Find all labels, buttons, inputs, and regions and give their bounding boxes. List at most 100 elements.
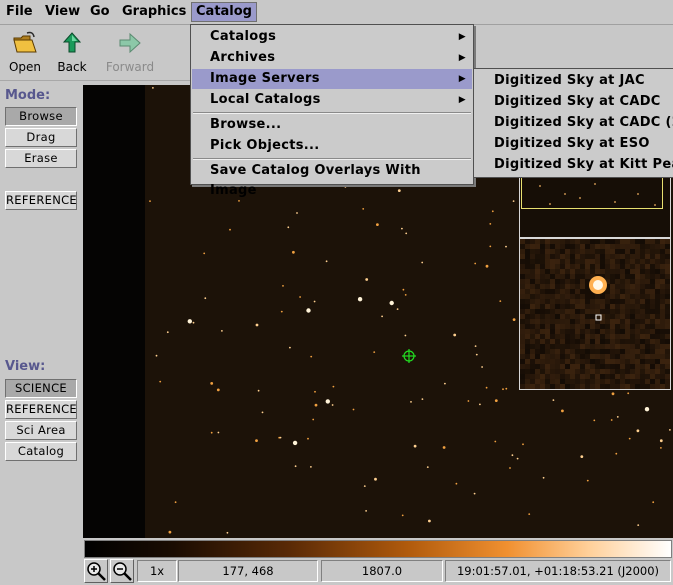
zoom-pixel [600, 374, 605, 379]
zoom-pixel [565, 369, 570, 374]
zoom-pixel [655, 239, 660, 244]
menu-item-image-servers[interactable]: Image Servers ▶ [192, 69, 472, 89]
star [421, 398, 424, 400]
zoom-pixel [525, 319, 530, 324]
zoom-pixel [650, 259, 655, 264]
reference-mode-button[interactable]: REFERENCE [5, 191, 77, 210]
zoom-thumbnail [519, 238, 671, 390]
zoom-pixel [570, 284, 575, 289]
open-button[interactable]: Open [0, 28, 50, 74]
view-catalog-button[interactable]: Catalog [5, 442, 77, 461]
menu-catalog[interactable]: Catalog [191, 2, 257, 22]
zoom-pixel [535, 274, 540, 279]
zoom-pixel [595, 379, 600, 384]
zoom-pixel [665, 244, 670, 249]
zoom-out-button[interactable] [110, 559, 134, 583]
zoom-pixel [640, 319, 645, 324]
zoom-pixel [625, 259, 630, 264]
zoom-pixel [630, 304, 635, 309]
zoom-pixel [525, 344, 530, 349]
zoom-pixel [570, 294, 575, 299]
zoom-pixel [595, 324, 600, 329]
zoom-pixel [645, 314, 650, 319]
zoom-pixel [635, 374, 640, 379]
star [362, 208, 365, 210]
zoom-pixel [560, 359, 565, 364]
submenu-item-jac[interactable]: Digitized Sky at JAC [474, 70, 673, 91]
zoom-pixel [650, 324, 655, 329]
view-reference-button[interactable]: REFERENCE [5, 400, 77, 419]
menu-item-save-overlays[interactable]: Save Catalog Overlays With Image [192, 161, 472, 198]
star [405, 232, 408, 235]
star [257, 389, 260, 392]
star [512, 318, 516, 321]
zoom-pixel [565, 259, 570, 264]
view-sci-area-button[interactable]: Sci Area [5, 421, 77, 440]
zoom-pixel [570, 354, 575, 359]
menu-item-pick-objects[interactable]: Pick Objects... [192, 136, 472, 156]
zoom-pixel [625, 354, 630, 359]
menu-item-archives[interactable]: Archives ▶ [192, 48, 472, 68]
zoom-pixel [615, 259, 620, 264]
zoom-pixel [605, 299, 610, 304]
zoom-in-button[interactable] [84, 559, 108, 583]
mode-erase-button[interactable]: Erase [5, 149, 77, 168]
star [374, 477, 377, 481]
zoom-pixel [560, 324, 565, 329]
menu-go[interactable]: Go [86, 3, 114, 21]
zoom-pixel [585, 304, 590, 309]
zoom-pixel [665, 304, 670, 309]
submenu-item-kitt-peak[interactable]: Digitized Sky at Kitt Peak [474, 154, 673, 175]
zoom-pixel [595, 359, 600, 364]
zoom-pixel [665, 284, 670, 289]
star [325, 260, 328, 263]
back-button[interactable]: Back [47, 28, 97, 74]
zoom-pixel [625, 304, 630, 309]
zoom-pixel [645, 289, 650, 294]
zoom-pixel [525, 369, 530, 374]
zoom-pixel [635, 369, 640, 374]
zoom-pixel [545, 319, 550, 324]
zoom-pixel [625, 244, 630, 249]
zoom-pixel [530, 299, 535, 304]
menu-view[interactable]: View [41, 3, 84, 21]
mode-browse-button[interactable]: Browse [5, 107, 77, 126]
zoom-pixel [615, 349, 620, 354]
zoom-pixel [550, 259, 555, 264]
star [660, 447, 662, 449]
submenu-item-eso[interactable]: Digitized Sky at ESO [474, 133, 673, 154]
zoom-pixel [520, 349, 525, 354]
zoom-pixel [665, 314, 670, 319]
zoom-pixel [545, 274, 550, 279]
menu-file[interactable]: File [2, 3, 37, 21]
zoom-pixel [580, 274, 585, 279]
view-science-button[interactable]: SCIENCE [5, 379, 77, 398]
zoom-pixel [660, 269, 665, 274]
menu-item-browse[interactable]: Browse... [192, 115, 472, 135]
zoom-pixel [625, 359, 630, 364]
zoom-pixel [580, 319, 585, 324]
menu-item-local-catalogs[interactable]: Local Catalogs ▶ [192, 90, 472, 110]
zoom-pixel [665, 369, 670, 374]
submenu-item-cadc-2[interactable]: Digitized Sky at CADC (2n [474, 112, 673, 133]
zoom-pixel [610, 349, 615, 354]
zoom-pixel [520, 329, 525, 334]
colorbar[interactable] [84, 540, 672, 558]
viewport-frame[interactable] [521, 176, 663, 209]
menu-graphics[interactable]: Graphics [118, 3, 190, 21]
star [280, 310, 283, 313]
mode-drag-button[interactable]: Drag [5, 128, 77, 147]
zoom-pixel [560, 299, 565, 304]
menu-item-catalogs[interactable]: Catalogs ▶ [192, 27, 472, 47]
forward-button[interactable]: Forward [104, 28, 156, 74]
zoom-pixel [565, 384, 570, 389]
zoom-pixel [555, 274, 560, 279]
pan-thumbnail[interactable] [519, 175, 671, 238]
submenu-item-cadc[interactable]: Digitized Sky at CADC [474, 91, 673, 112]
zoom-pixel [545, 344, 550, 349]
zoom-pixel [620, 324, 625, 329]
star [637, 524, 640, 526]
zoom-pixel [640, 284, 645, 289]
zoom-pixel [575, 334, 580, 339]
zoom-pixel [615, 274, 620, 279]
